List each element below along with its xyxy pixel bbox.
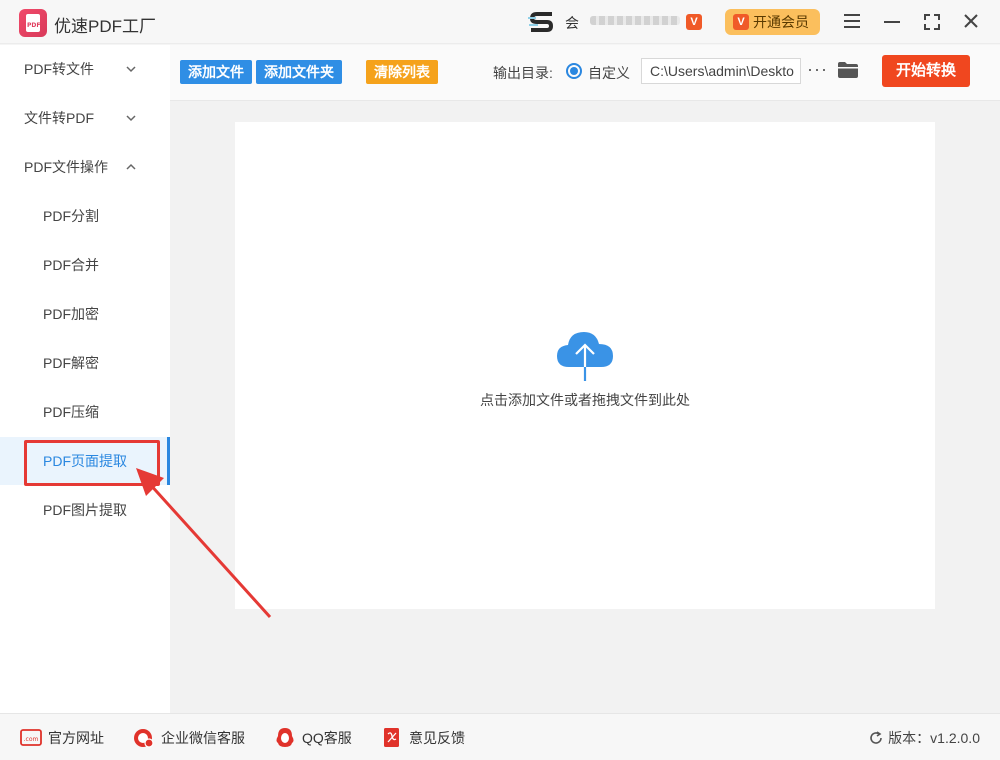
user-name: 会 [565, 15, 579, 31]
chevron-up-icon [126, 163, 136, 170]
toolbar: 添加文件 添加文件夹 清除列表 输出目录: 自定义 C:\Users\admin… [170, 45, 1000, 101]
minimize-icon[interactable] [880, 10, 904, 34]
custom-dir-radio[interactable] [566, 63, 582, 79]
close-icon[interactable] [959, 10, 983, 34]
sidebar-item-file-to-pdf[interactable]: 文件转PDF [0, 94, 170, 142]
wechat-service-link[interactable]: 企业微信客服 [161, 726, 245, 750]
folder-icon[interactable] [837, 61, 859, 79]
sidebar: PDF转文件 文件转PDF PDF文件操作 PDF分割 PDF合并 PDF加密 … [0, 45, 170, 713]
more-options-icon[interactable]: ··· [807, 59, 828, 79]
wechat-service-icon [134, 729, 154, 748]
user-id-redacted [590, 16, 680, 25]
website-icon: .com [20, 729, 42, 746]
chevron-down-icon [126, 115, 136, 122]
app-logo-icon: PDF [19, 9, 47, 37]
custom-dir-label[interactable]: 自定义 [588, 63, 630, 83]
user-avatar-icon[interactable] [528, 10, 556, 34]
annotation-highlight-box [24, 440, 160, 486]
refresh-icon [870, 731, 882, 744]
menu-icon[interactable] [840, 10, 864, 34]
sidebar-item-pdf-merge[interactable]: PDF合并 [0, 241, 170, 289]
sidebar-item-pdf-to-file[interactable]: PDF转文件 [0, 45, 170, 93]
svg-text:.com: .com [24, 736, 39, 743]
drop-hint-text: 点击添加文件或者拖拽文件到此处 [480, 392, 690, 408]
feedback-icon [384, 728, 399, 747]
version-text: 版本：v1.2.0.0 [888, 730, 980, 746]
file-drop-zone[interactable]: 点击添加文件或者拖拽文件到此处 [235, 122, 935, 609]
vip-icon: V [686, 14, 702, 30]
feedback-link[interactable]: 意见反馈 [409, 726, 465, 750]
version-info[interactable]: 版本：v1.2.0.0 [868, 726, 980, 750]
sidebar-item-pdf-encrypt[interactable]: PDF加密 [0, 290, 170, 338]
vip-button-icon: V [733, 14, 749, 30]
sidebar-item-pdf-operations[interactable]: PDF文件操作 [0, 143, 170, 191]
official-website-link[interactable]: 官方网址 [48, 726, 104, 750]
cloud-upload-icon [557, 332, 613, 381]
sidebar-item-pdf-split[interactable]: PDF分割 [0, 192, 170, 240]
start-convert-button[interactable]: 开始转换 [882, 55, 970, 87]
footer: .com 官方网址 企业微信客服 QQ客服 意见反馈 版本：v1.2.0.0 [0, 713, 1000, 760]
app-title: 优速PDF工厂 [54, 17, 156, 36]
open-vip-label: 开通会员 [753, 14, 809, 30]
add-file-button[interactable]: 添加文件 [180, 60, 252, 84]
maximize-icon[interactable] [920, 10, 944, 34]
add-folder-button[interactable]: 添加文件夹 [256, 60, 342, 84]
chevron-down-icon [126, 66, 136, 73]
qq-service-icon [276, 728, 294, 747]
output-dir-label: 输出目录: [493, 65, 553, 81]
open-vip-button[interactable]: V 开通会员 [725, 9, 820, 35]
title-bar: PDF 优速PDF工厂 会 V V 开通会员 [0, 0, 1000, 44]
sidebar-item-pdf-decrypt[interactable]: PDF解密 [0, 339, 170, 387]
sidebar-item-pdf-image-extract[interactable]: PDF图片提取 [0, 486, 170, 534]
output-path-field[interactable]: C:\Users\admin\Deskto [641, 58, 801, 84]
main-area: 点击添加文件或者拖拽文件到此处 [170, 101, 1000, 713]
sidebar-item-pdf-compress[interactable]: PDF压缩 [0, 388, 170, 436]
clear-list-button[interactable]: 清除列表 [366, 60, 438, 84]
qq-service-link[interactable]: QQ客服 [302, 726, 352, 750]
